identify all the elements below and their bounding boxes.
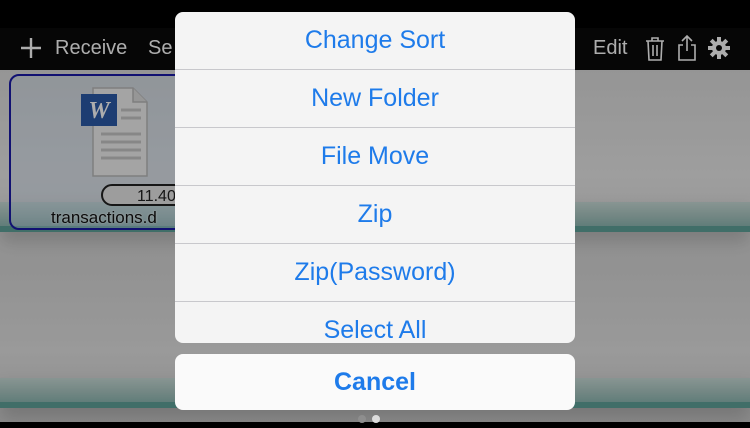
new-folder-button[interactable]: New Folder	[175, 70, 575, 128]
action-sheet: Change Sort New Folder File Move Zip Zip…	[175, 12, 575, 343]
zip-password-button[interactable]: Zip(Password)	[175, 244, 575, 302]
file-move-button[interactable]: File Move	[175, 128, 575, 186]
zip-button[interactable]: Zip	[175, 186, 575, 244]
change-sort-button[interactable]: Change Sort	[175, 12, 575, 70]
cancel-button[interactable]: Cancel	[175, 354, 575, 410]
select-all-button[interactable]: Select All	[175, 302, 575, 343]
page-indicator	[358, 410, 398, 423]
